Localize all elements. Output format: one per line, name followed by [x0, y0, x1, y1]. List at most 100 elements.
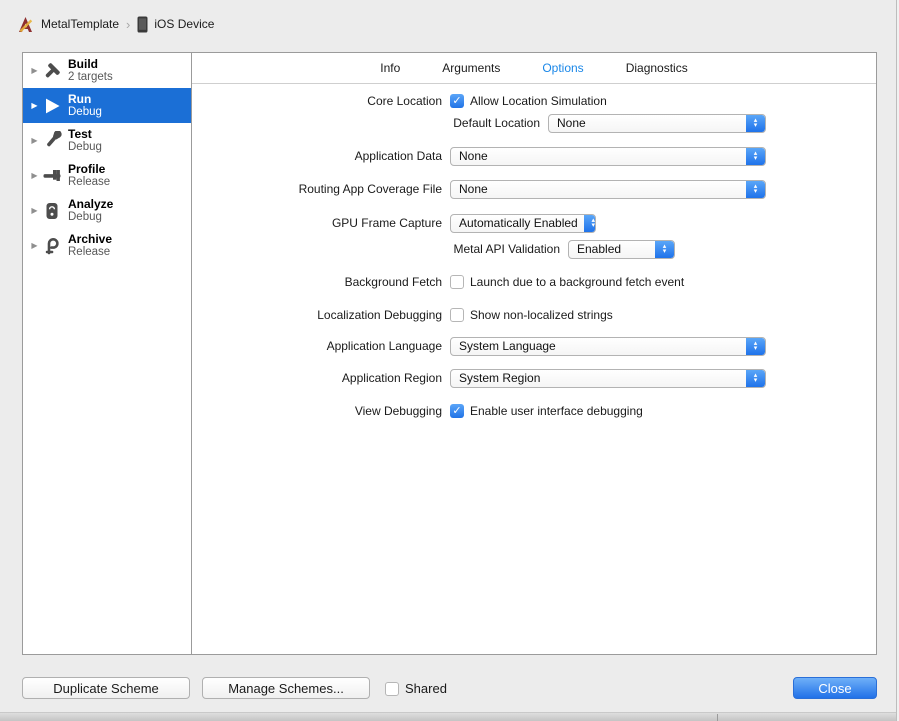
- archive-icon: [41, 235, 63, 257]
- application-data-popup[interactable]: None: [450, 146, 766, 166]
- scheme-editor-dialog: MetalTemplate iOS Device Build 2 targets: [0, 0, 899, 721]
- metal-api-validation-label: Metal API Validation: [453, 242, 560, 256]
- metal-api-validation-value: Enabled: [577, 242, 622, 256]
- sidebar-item-title: Test: [68, 126, 92, 141]
- disclosure-triangle-icon[interactable]: [28, 66, 41, 75]
- sidebar-item-title: Profile: [68, 161, 106, 176]
- tab-options[interactable]: Options: [542, 61, 583, 75]
- popup-stepper-icon: [746, 114, 765, 132]
- options-form: Core Location Allow Location Simulation …: [192, 84, 876, 654]
- view-debugging-checkbox[interactable]: [450, 404, 464, 418]
- application-data-row: Application Data None: [192, 146, 876, 166]
- background-fetch-label: Background Fetch: [344, 275, 442, 289]
- application-region-value: System Region: [459, 371, 541, 385]
- sidebar-item-subtitle: Debug: [68, 140, 102, 153]
- background-window-divider: [717, 714, 718, 721]
- application-language-popup[interactable]: System Language: [450, 336, 766, 356]
- core-location-label: Core Location: [367, 94, 442, 108]
- gpu-frame-capture-popup[interactable]: Automatically Enabled: [450, 213, 596, 233]
- disclosure-triangle-icon[interactable]: [28, 101, 41, 110]
- popup-stepper-icon: [746, 180, 765, 198]
- sidebar-item-title: Build: [68, 56, 98, 71]
- run-play-icon: [41, 95, 63, 117]
- application-language-row: Application Language System Language: [192, 336, 876, 356]
- scheme-actions-sidebar: Build 2 targets Run Debug: [23, 53, 192, 654]
- application-region-row: Application Region System Region: [192, 368, 876, 388]
- sidebar-item-subtitle: Debug: [68, 105, 102, 118]
- localization-debugging-label: Localization Debugging: [317, 308, 442, 322]
- shared-checkbox-label: Shared: [405, 681, 447, 696]
- breadcrumb-project[interactable]: MetalTemplate: [41, 17, 119, 31]
- sidebar-item-subtitle: Release: [68, 245, 111, 258]
- view-debugging-checkbox-label: Enable user interface debugging: [470, 404, 643, 418]
- manage-schemes-button[interactable]: Manage Schemes...: [202, 677, 370, 699]
- default-location-label: Default Location: [453, 116, 540, 130]
- application-language-value: System Language: [459, 339, 556, 353]
- popup-stepper-icon: [655, 240, 674, 258]
- ios-device-icon: [137, 16, 148, 32]
- disclosure-triangle-icon[interactable]: [28, 206, 41, 215]
- routing-app-coverage-value: None: [459, 182, 488, 196]
- routing-app-coverage-label: Routing App Coverage File: [298, 182, 442, 196]
- gpu-frame-capture-row: GPU Frame Capture Automatically Enabled: [192, 213, 876, 233]
- window-bottom-edge: [0, 712, 896, 721]
- application-region-popup[interactable]: System Region: [450, 368, 766, 388]
- shared-checkbox[interactable]: [385, 681, 399, 696]
- sidebar-item-title: Run: [68, 91, 92, 106]
- disclosure-triangle-icon[interactable]: [28, 171, 41, 180]
- localization-debugging-row: Localization Debugging Show non-localize…: [192, 305, 876, 325]
- localization-debugging-checkbox[interactable]: [450, 308, 464, 322]
- breadcrumb[interactable]: MetalTemplate iOS Device: [16, 14, 214, 34]
- popup-stepper-icon: [746, 147, 765, 165]
- disclosure-triangle-icon[interactable]: [28, 136, 41, 145]
- view-debugging-row: View Debugging Enable user interface deb…: [192, 401, 876, 421]
- application-language-label: Application Language: [326, 339, 442, 353]
- duplicate-scheme-button[interactable]: Duplicate Scheme: [22, 677, 190, 699]
- shared-option: Shared: [385, 681, 447, 696]
- scheme-panel: Build 2 targets Run Debug: [22, 52, 877, 655]
- localization-debugging-checkbox-label: Show non-localized strings: [470, 308, 613, 322]
- view-debugging-label: View Debugging: [354, 404, 442, 418]
- sidebar-item-analyze[interactable]: Analyze Debug: [23, 193, 191, 228]
- gpu-frame-capture-value: Automatically Enabled: [459, 216, 578, 230]
- application-data-label: Application Data: [354, 149, 442, 163]
- background-fetch-checkbox[interactable]: [450, 275, 464, 289]
- metal-api-validation-row: Metal API Validation Enabled: [192, 239, 876, 259]
- tab-arguments[interactable]: Arguments: [442, 61, 500, 75]
- background-fetch-checkbox-label: Launch due to a background fetch event: [470, 275, 685, 289]
- application-region-label: Application Region: [341, 371, 442, 385]
- chevron-right-icon: [126, 17, 130, 32]
- sidebar-item-profile[interactable]: Profile Release: [23, 158, 191, 193]
- default-location-popup[interactable]: None: [548, 113, 766, 133]
- sidebar-item-archive[interactable]: Archive Release: [23, 228, 191, 263]
- sidebar-item-test[interactable]: Test Debug: [23, 123, 191, 158]
- popup-stepper-icon: [746, 337, 765, 355]
- analyze-icon: [41, 200, 63, 222]
- scheme-options-content: Info Arguments Options Diagnostics Core …: [192, 53, 876, 654]
- popup-stepper-icon: [746, 369, 765, 387]
- disclosure-triangle-icon[interactable]: [28, 241, 41, 250]
- default-location-row: Default Location None: [192, 113, 876, 133]
- routing-app-coverage-row: Routing App Coverage File None: [192, 179, 876, 199]
- close-button[interactable]: Close: [793, 677, 877, 699]
- allow-location-simulation-checkbox[interactable]: [450, 94, 464, 108]
- sidebar-item-run[interactable]: Run Debug: [23, 88, 191, 123]
- gpu-frame-capture-label: GPU Frame Capture: [331, 216, 442, 230]
- core-location-row: Core Location Allow Location Simulation: [192, 91, 876, 111]
- metal-api-validation-popup[interactable]: Enabled: [568, 239, 675, 259]
- routing-app-coverage-popup[interactable]: None: [450, 179, 766, 199]
- build-hammer-icon: [41, 60, 63, 82]
- tab-bar: Info Arguments Options Diagnostics: [192, 53, 876, 84]
- xcode-project-icon: [19, 16, 33, 32]
- application-data-value: None: [459, 149, 488, 163]
- sidebar-item-subtitle: 2 targets: [68, 70, 113, 83]
- sidebar-item-build[interactable]: Build 2 targets: [23, 53, 191, 88]
- test-wrench-icon: [41, 130, 63, 152]
- background-fetch-row: Background Fetch Launch due to a backgro…: [192, 272, 876, 292]
- sidebar-item-subtitle: Release: [68, 175, 111, 188]
- tab-info[interactable]: Info: [380, 61, 400, 75]
- sidebar-item-title: Analyze: [68, 196, 114, 211]
- allow-location-simulation-label: Allow Location Simulation: [470, 94, 607, 108]
- breadcrumb-destination[interactable]: iOS Device: [154, 17, 214, 31]
- tab-diagnostics[interactable]: Diagnostics: [626, 61, 688, 75]
